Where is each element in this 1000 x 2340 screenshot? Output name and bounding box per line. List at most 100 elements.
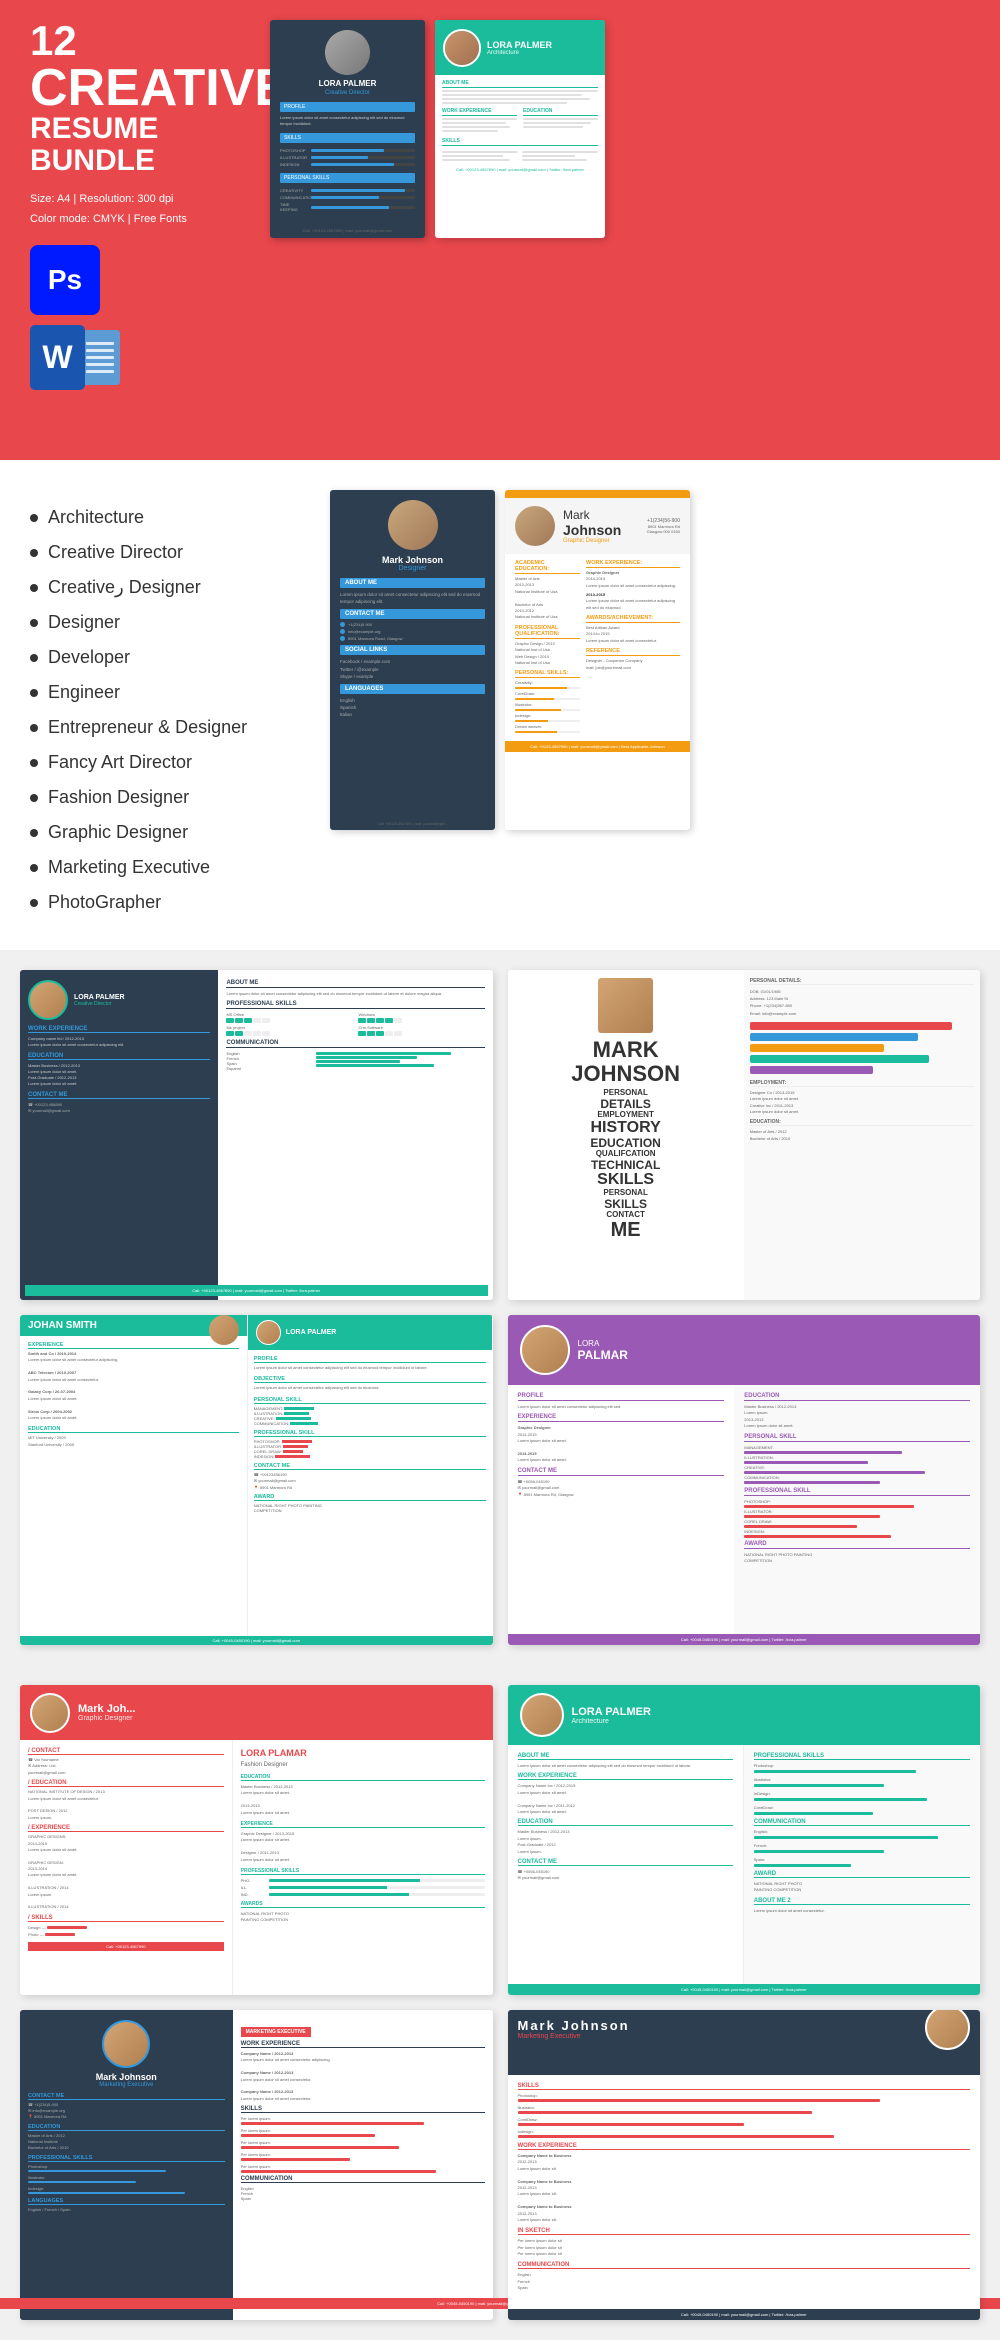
mini-languages-text: EnglishSpanishItalian [340, 697, 485, 719]
bullet-dot [30, 514, 38, 522]
teal-two-col: WORK EXPERIENCE EDUCATION [442, 108, 598, 134]
mini-about-text: Lorem ipsum dolor sit amet consectetur a… [340, 591, 485, 605]
light-left-col: ACADEMIC EDUCATION: Master of Arts2012-2… [515, 560, 580, 735]
mini-phone: +1(234)5-900 [340, 622, 485, 627]
r8-job: Marketing Executive [28, 2082, 225, 2088]
list-item-photographer: PhotoGrapher [30, 885, 310, 920]
preview-photo-1 [325, 30, 370, 75]
r4-photo [520, 1325, 570, 1375]
r5-left: / CONTACT ☎ Val Yourname ✉ Address: List… [20, 1740, 233, 1995]
bundle-number: 12 [30, 20, 250, 62]
list-item-entrepreneur: Entrepreneur & Designer [30, 710, 310, 745]
light-photo [515, 506, 555, 546]
r1-sidebar: LORA PALMER Creative Director WORK EXPER… [20, 970, 218, 1300]
bullet-dot [30, 654, 38, 662]
r4-body: PROFILE Lorem ipsum dolor sit amet conse… [508, 1385, 981, 1645]
preview-profile-text: Lorem ipsum dolor sit amet consectetur a… [280, 115, 415, 127]
bullet-dot [30, 864, 38, 872]
teal-name-area: LORA PALMER Architecture [487, 40, 552, 56]
resume-lora-teal: LORA PALMER Creative Director WORK EXPER… [20, 970, 493, 1300]
preview-title-1: Creative Director [280, 90, 415, 96]
resume-photographer: Mark Johnson Marketing Executive SKILLS … [508, 2010, 981, 2320]
mini-contact-label: CONTACT ME [340, 609, 485, 619]
list-item-creative-director: Creative Director [30, 535, 310, 570]
light-top-bar [505, 490, 690, 498]
r5-photo [30, 1693, 70, 1733]
r5-name-area: Mark Joh... Graphic Designer [78, 1703, 135, 1722]
r8-name: Mark Johnson [28, 2072, 225, 2082]
r4-name-area: LORA PALMAR [578, 1339, 628, 1362]
light-body: ACADEMIC EDUCATION: Master of Arts2012-2… [505, 554, 690, 741]
preview-name-1: LORA PALMER [280, 79, 415, 88]
mini-social-label: SOCIAL LINKS [340, 645, 485, 655]
light-job-title: Graphic Designer [563, 538, 621, 544]
resume-lora-arch: LORA PALMER Architecture ABOUT ME Lorem … [508, 1685, 981, 1995]
word-icon: W [30, 325, 85, 390]
bullet-dot [30, 549, 38, 557]
middle-section: Architecture Creative Director Creativeر… [0, 460, 1000, 950]
bullet-dot [30, 829, 38, 837]
light-header: Mark Johnson Graphic Designer +1(234)56-… [505, 498, 690, 554]
email-icon [340, 629, 345, 634]
header-section: 12 CREATIVE RESUME BUNDLE Size: A4 | Res… [0, 0, 1000, 460]
list-item-fancy-art: Fancy Art Director [30, 745, 310, 780]
preview-skills-label: SKILLS [280, 133, 415, 143]
bullet-dot [30, 759, 38, 767]
mini-light-resume: Mark Johnson Graphic Designer +1(234)56-… [505, 490, 690, 830]
light-edu-label: ACADEMIC EDUCATION: [515, 560, 580, 574]
resume-johan-smith: JOHAN SMITH EXPERIENCE Smith and Co / 20… [20, 1315, 493, 1645]
r4-right: EDUCATION Master Business / 2012-2013 Lo… [734, 1385, 980, 1645]
teal-col-left: WORK EXPERIENCE [442, 108, 517, 134]
r3-photo [209, 1315, 239, 1345]
r2-layout: MARKJOHNSON PERSONAL DETAILS EMPLOYMENT … [508, 970, 981, 1300]
r1-layout: LORA PALMER Creative Director WORK EXPER… [20, 970, 493, 1300]
list-item-architecture: Architecture [30, 500, 310, 535]
r2-left: MARKJOHNSON PERSONAL DETAILS EMPLOYMENT … [508, 970, 744, 1300]
light-first-name: Mark [563, 508, 621, 522]
word-icon-wrap: W [30, 325, 250, 390]
preview-skills-bars: PHOTOSHOP ILLUSTRATOR INDESIGN [280, 148, 415, 167]
resume-purple: LORA PALMAR PROFILE Lorem ipsum dolor si… [508, 1315, 981, 1645]
light-right-col: WORK EXPERIENCE: Graphic Designer2014-20… [586, 560, 680, 735]
r8-dark-left: Mark Johnson Marketing Executive CONTACT… [20, 2010, 233, 2320]
light-name-area: Mark Johnson Graphic Designer [563, 508, 621, 544]
bullet-dot [30, 899, 38, 907]
r5-name: Mark Joh... [78, 1703, 135, 1715]
r4-header: LORA PALMAR [508, 1315, 981, 1385]
teal-photo [443, 29, 481, 67]
bullet-dot [30, 794, 38, 802]
header-previews: LORA PALMER Creative Director PROFILE Lo… [270, 20, 970, 238]
mini-dark-resume: Mark Johnson Designer ABOUT ME Lorem ips… [330, 490, 495, 830]
mini-social-text: Facebook / example.com Twitter / @exampl… [340, 658, 485, 680]
header-left: 12 CREATIVE RESUME BUNDLE Size: A4 | Res… [30, 20, 250, 390]
r2-right: PERSONAL DETAILS: DOB: 01/01/1985 Addres… [744, 970, 980, 1300]
preview-dark-resume: LORA PALMER Creative Director PROFILE Lo… [270, 20, 425, 238]
list-item-graphic: Graphic Designer [30, 815, 310, 850]
r2-words: PERSONAL DETAILS EMPLOYMENT HISTORY EDUC… [590, 1089, 660, 1240]
mini-about-label: ABOUT ME [340, 578, 485, 588]
r5-header: Mark Joh... Graphic Designer [20, 1685, 493, 1740]
bundle-resume: RESUME [30, 114, 250, 144]
mini-name-dark: Mark Johnson [340, 555, 485, 565]
bullet-dot [30, 724, 38, 732]
middle-previews: Mark Johnson Designer ABOUT ME Lorem ips… [330, 490, 970, 920]
bundle-bundle: BUNDLE [30, 144, 250, 178]
r5-job: Graphic Designer [78, 1715, 135, 1722]
resume-mark-red: Mark Joh... Graphic Designer / CONTACT ☎… [20, 1685, 493, 1995]
teal-header: LORA PALMER Architecture [435, 20, 605, 75]
teal-subtitle: Architecture [487, 50, 552, 56]
bundle-creative: CREATIVE [30, 62, 250, 114]
resume-types-list: Architecture Creative Director Creativeر… [30, 500, 310, 920]
r3-layout: JOHAN SMITH EXPERIENCE Smith and Co / 20… [20, 1315, 493, 1645]
r8-right: MARKETING EXECUTIVE WORK EXPERIENCE Comp… [233, 2010, 493, 2320]
list-item-fashion: Fashion Designer [30, 780, 310, 815]
r1-main: ABOUT ME Lorem ipsum dolor sit amet cons… [218, 970, 492, 1300]
list-item-developer: Developer [30, 640, 310, 675]
teal-body: ABOUT ME WORK EXPERIENCE EDUCATION [435, 75, 605, 177]
r3-header: JOHAN SMITH [20, 1315, 247, 1336]
r8-photo [102, 2020, 150, 2068]
light-last-name: Johnson [563, 522, 621, 538]
list-item-engineer: Engineer [30, 675, 310, 710]
bullet-dot [30, 689, 38, 697]
grid-section-1: LORA PALMER Creative Director WORK EXPER… [0, 950, 1000, 1665]
